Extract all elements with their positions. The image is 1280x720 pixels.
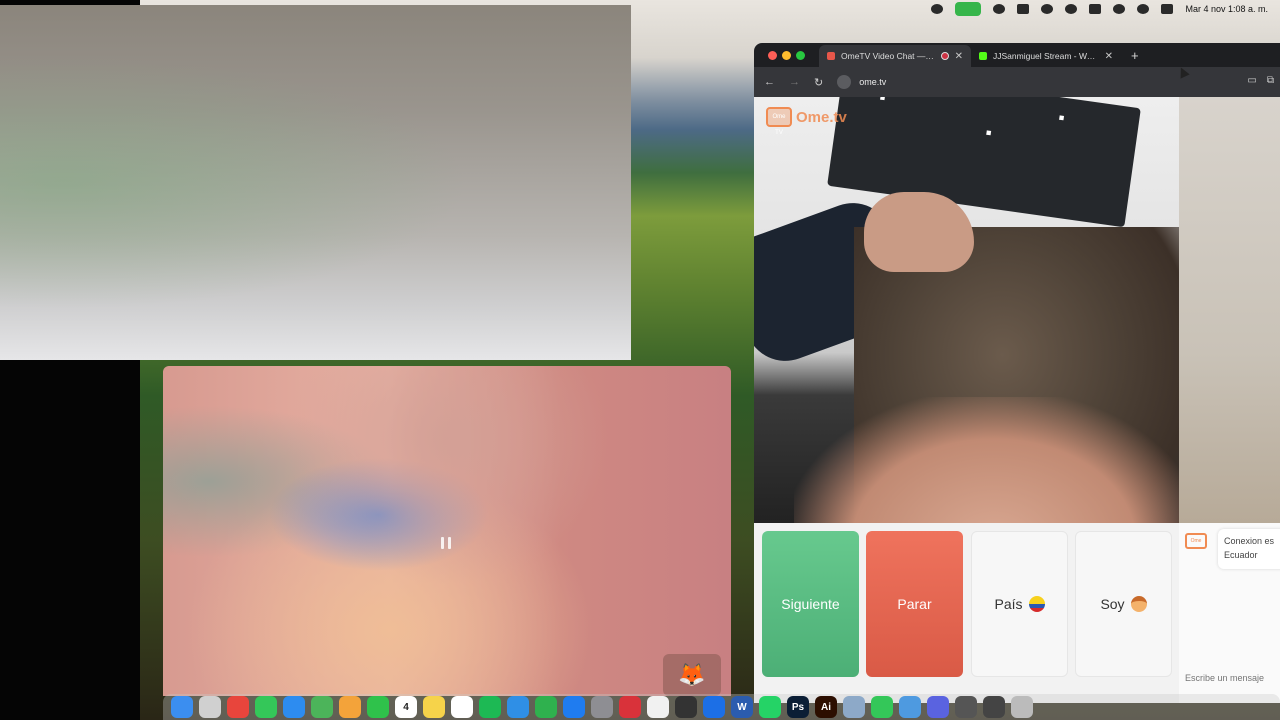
- status-icon[interactable]: [993, 4, 1006, 14]
- weather-icon[interactable]: [899, 696, 921, 718]
- translate-icon[interactable]: ⧉: [1267, 75, 1274, 86]
- chat-message: Conexion es Ecuador: [1218, 529, 1280, 569]
- ometv-logo: Ome TV Ome.tv: [766, 107, 847, 136]
- address-bar[interactable]: ome.tv: [837, 75, 886, 89]
- play-icon[interactable]: [1065, 4, 1078, 14]
- keynote-icon[interactable]: [507, 696, 529, 718]
- notes-icon[interactable]: [423, 696, 445, 718]
- zoom-window-icon[interactable]: [796, 50, 805, 60]
- next-button-label: Siguiente: [781, 596, 840, 612]
- recording-status-icon[interactable]: [955, 2, 982, 16]
- site-info-icon[interactable]: [837, 75, 852, 89]
- browser-toolbar: ← → ↻ ome.tv ▭ ⧉: [754, 67, 1280, 97]
- chat-controls: Siguiente Parar País Soy Ome Conexion es…: [754, 523, 1280, 703]
- calendar-icon[interactable]: 4: [395, 696, 417, 718]
- reload-icon[interactable]: ↻: [814, 76, 823, 89]
- ometv-logo-box: Ome TV: [766, 107, 792, 136]
- sticker: ■: [1058, 112, 1065, 123]
- fox-avatar-icon: 🦊: [663, 654, 721, 696]
- preview-icon[interactable]: [955, 696, 977, 718]
- spotlight-search-icon[interactable]: [1137, 4, 1150, 14]
- trash-icon[interactable]: [1011, 696, 1033, 718]
- green-app-icon[interactable]: [871, 696, 893, 718]
- appstore-icon[interactable]: [563, 696, 585, 718]
- blurred-video-window[interactable]: [163, 366, 731, 696]
- chat-message-line: Conexion es: [1224, 536, 1275, 546]
- close-window-icon[interactable]: [768, 50, 777, 60]
- close-tab-icon[interactable]: ✕: [955, 51, 963, 62]
- messages-icon[interactable]: [255, 696, 277, 718]
- toolbar-actions: ▭ ⧉: [1247, 75, 1274, 86]
- settings-icon[interactable]: [591, 696, 613, 718]
- finder-window-icon[interactable]: [843, 696, 865, 718]
- minimize-window-icon[interactable]: [782, 50, 791, 60]
- stop-button[interactable]: Parar: [866, 531, 963, 677]
- chat-message-input[interactable]: [1185, 671, 1280, 685]
- photoshop-icon[interactable]: Ps: [787, 696, 809, 718]
- ecuador-flag-icon: [1028, 596, 1045, 612]
- chat-panel: Ome Conexion es Ecuador: [1179, 523, 1280, 703]
- pages-icon[interactable]: [647, 696, 669, 718]
- gender-button[interactable]: Soy: [1075, 531, 1172, 677]
- mail-icon[interactable]: [283, 696, 305, 718]
- kick-favicon-icon: [979, 52, 987, 60]
- back-arrow-icon[interactable]: ←: [764, 76, 775, 88]
- chrome-icon[interactable]: [227, 696, 249, 718]
- pdf-app-icon[interactable]: [619, 696, 641, 718]
- status-icon[interactable]: [931, 4, 944, 14]
- numbers-icon[interactable]: [535, 696, 557, 718]
- sticker: ■: [879, 97, 887, 103]
- hand: [864, 192, 974, 272]
- partner-video: ■ ■ ■ Ome TV Ome.tv: [754, 97, 1179, 523]
- battery-icon[interactable]: [1089, 4, 1102, 14]
- tab-ometv[interactable]: OmeTV Video Chat — Om ✕: [819, 45, 971, 67]
- self-video-panel: [1179, 97, 1280, 523]
- forward-arrow-icon[interactable]: →: [789, 76, 800, 88]
- spotify-icon[interactable]: [479, 696, 501, 718]
- sticker: ■: [985, 127, 993, 138]
- maps-icon[interactable]: [311, 696, 333, 718]
- chat-message-line: Ecuador: [1224, 550, 1258, 560]
- close-tab-icon[interactable]: ✕: [1105, 51, 1113, 62]
- country-button[interactable]: País: [971, 531, 1068, 677]
- pause-icon[interactable]: [441, 537, 451, 549]
- cast-icon[interactable]: ▭: [1247, 75, 1256, 86]
- freeform-icon[interactable]: [451, 696, 473, 718]
- photos-icon[interactable]: [339, 696, 361, 718]
- next-button[interactable]: Siguiente: [762, 531, 859, 677]
- status-icon[interactable]: [1041, 4, 1054, 14]
- ometv-chat-avatar-icon: Ome: [1185, 533, 1207, 549]
- files-icon[interactable]: [983, 696, 1005, 718]
- ometv-logo-text: Ome.tv: [796, 108, 847, 126]
- country-button-label: País: [994, 596, 1023, 612]
- new-tab-button[interactable]: +: [1131, 48, 1139, 63]
- whatsapp-icon[interactable]: [759, 696, 781, 718]
- browser-window: OmeTV Video Chat — Om ✕ JJSanmiguel Stre…: [754, 43, 1280, 703]
- ometv-favicon-icon: [827, 52, 835, 60]
- menubar-clock[interactable]: Mar 4 nov 1:08 a. m.: [1185, 4, 1268, 14]
- facetime-icon[interactable]: [367, 696, 389, 718]
- face: [794, 397, 1179, 523]
- xcode-icon[interactable]: [703, 696, 725, 718]
- launchpad-icon[interactable]: [199, 696, 221, 718]
- illustrator-icon[interactable]: Ai: [815, 696, 837, 718]
- wifi-icon[interactable]: [1113, 4, 1126, 14]
- address-url[interactable]: ome.tv: [859, 77, 886, 87]
- control-center-icon[interactable]: [1161, 4, 1174, 14]
- finder-icon[interactable]: [171, 696, 193, 718]
- word-icon[interactable]: W: [731, 696, 753, 718]
- stop-button-label: Parar: [897, 596, 932, 612]
- status-icon[interactable]: [1017, 4, 1030, 14]
- screen-icon[interactable]: [927, 696, 949, 718]
- tab-kick-stream[interactable]: JJSanmiguel Stream - Watch ✕: [971, 45, 1121, 67]
- gender-button-label: Soy: [1100, 596, 1125, 612]
- boy-emoji-icon: [1130, 596, 1147, 612]
- tab-title: OmeTV Video Chat — Om: [841, 51, 935, 61]
- tab-strip: OmeTV Video Chat — Om ✕ JJSanmiguel Stre…: [754, 43, 1280, 67]
- davinci-icon[interactable]: [675, 696, 697, 718]
- blurred-window[interactable]: [0, 5, 631, 360]
- tab-title: JJSanmiguel Stream - Watch: [993, 51, 1099, 61]
- dock: 4 W Ps Ai: [163, 694, 1280, 720]
- recording-indicator-icon: [940, 52, 949, 60]
